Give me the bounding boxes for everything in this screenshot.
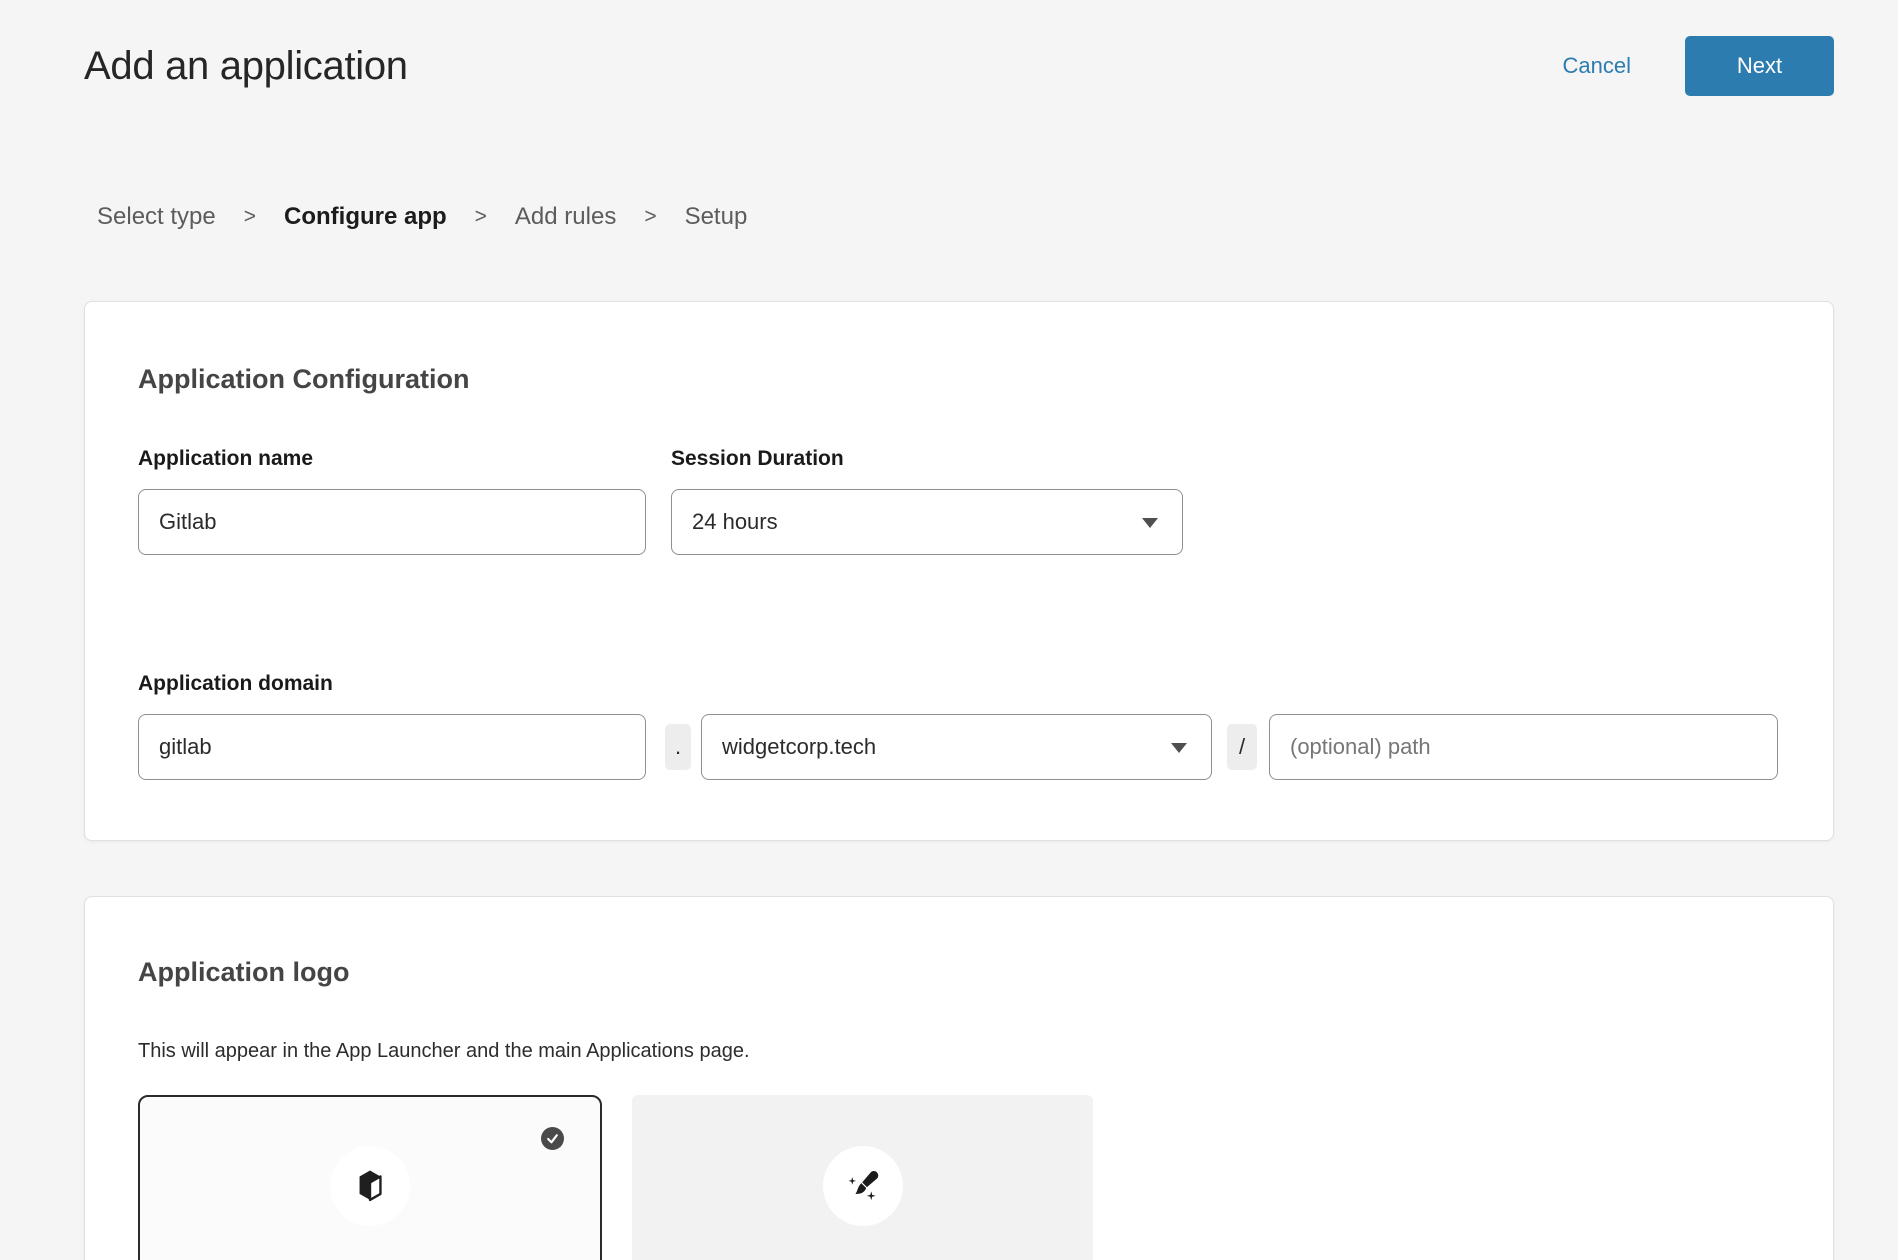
logo-option-default[interactable]: Default: [138, 1095, 602, 1260]
application-logo-heading: Application logo: [138, 957, 1780, 988]
path-input[interactable]: [1269, 714, 1778, 780]
application-logo-card: Application logo This will appear in the…: [84, 896, 1834, 1260]
name-session-row: Application name Session Duration 24 hou…: [138, 447, 1780, 555]
custom-logo-circle: [823, 1146, 903, 1226]
page-title: Add an application: [84, 42, 408, 90]
paintbrush-icon: [844, 1167, 882, 1205]
selected-check-badge: [541, 1127, 564, 1150]
breadcrumb-separator: >: [244, 205, 256, 229]
session-duration-label: Session Duration: [671, 447, 1183, 471]
application-logo-description: This will appear in the App Launcher and…: [138, 1040, 1780, 1063]
logo-option-custom[interactable]: Custom: [632, 1095, 1093, 1260]
application-domain-label: Application domain: [138, 672, 1780, 696]
application-domain-row: . widgetcorp.tech /: [138, 696, 1780, 780]
logo-option-tiles: Default Custom: [138, 1095, 1780, 1260]
application-name-input[interactable]: [138, 489, 646, 555]
default-logo-circle: [330, 1146, 410, 1226]
add-application-page: Add an application Cancel Next Select ty…: [0, 0, 1898, 1260]
page-header: Add an application Cancel Next: [84, 15, 1834, 117]
breadcrumb-separator: >: [644, 205, 656, 229]
cube-icon: [351, 1167, 389, 1205]
breadcrumb-step-configure-app[interactable]: Configure app: [284, 203, 447, 231]
chevron-down-icon: [1171, 743, 1187, 753]
breadcrumb-step-select-type[interactable]: Select type: [97, 203, 216, 231]
breadcrumb-step-setup[interactable]: Setup: [685, 203, 748, 231]
header-actions: Cancel Next: [1557, 36, 1834, 96]
breadcrumb: Select type > Configure app > Add rules …: [84, 203, 1834, 231]
chevron-down-icon: [1142, 518, 1158, 528]
application-name-field-group: Application name: [138, 447, 646, 555]
domain-value: widgetcorp.tech: [722, 734, 876, 760]
session-duration-value: 24 hours: [692, 509, 778, 535]
slash-separator: /: [1227, 724, 1257, 770]
dot-separator: .: [665, 724, 691, 770]
check-icon: [546, 1132, 559, 1145]
breadcrumb-step-add-rules[interactable]: Add rules: [515, 203, 616, 231]
session-duration-field-group: Session Duration 24 hours: [671, 447, 1183, 555]
session-duration-select[interactable]: 24 hours: [671, 489, 1183, 555]
domain-select[interactable]: widgetcorp.tech: [701, 714, 1212, 780]
breadcrumb-separator: >: [475, 205, 487, 229]
application-name-label: Application name: [138, 447, 646, 471]
application-configuration-card: Application Configuration Application na…: [84, 301, 1834, 841]
application-configuration-heading: Application Configuration: [138, 364, 1780, 395]
subdomain-input[interactable]: [138, 714, 646, 780]
cancel-button[interactable]: Cancel: [1557, 52, 1637, 80]
next-button[interactable]: Next: [1685, 36, 1834, 96]
